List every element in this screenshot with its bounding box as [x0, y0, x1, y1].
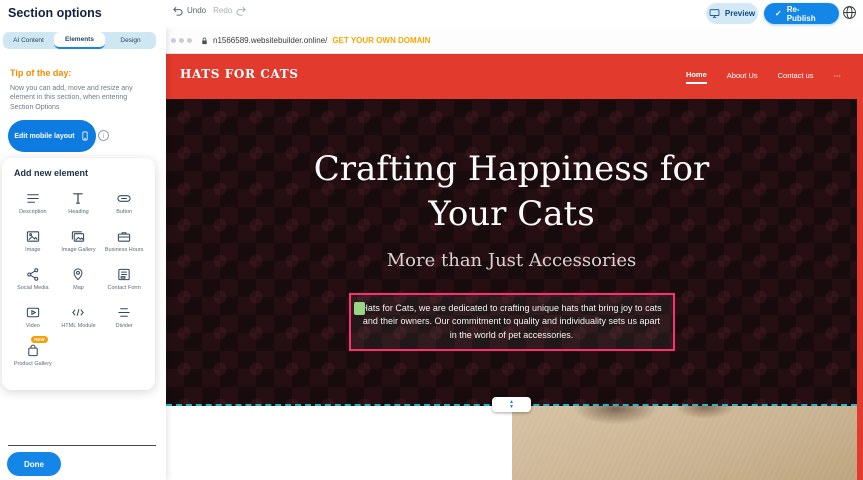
- monitor-icon: [709, 8, 720, 19]
- element-video[interactable]: Video: [10, 302, 56, 330]
- next-section: [166, 406, 857, 480]
- section-resize-handle[interactable]: ▲ ▼: [492, 397, 531, 412]
- button-icon: [116, 188, 132, 206]
- browser-dot: [187, 38, 192, 43]
- element-contact-form[interactable]: Contact Form: [101, 264, 147, 292]
- hero-title-line2: Your Cats: [166, 192, 857, 237]
- business-hours-icon: [116, 226, 132, 244]
- get-domain-link[interactable]: GET YOUR OWN DOMAIN: [332, 36, 430, 45]
- redo-button[interactable]: Redo: [213, 5, 247, 16]
- browser-dot: [179, 38, 184, 43]
- map-icon: [70, 264, 86, 282]
- topbar: Section options Undo Redo Preview ✓ Re-P…: [0, 0, 863, 28]
- redo-icon: [236, 5, 247, 16]
- nav-more-icon[interactable]: ⋯: [834, 71, 842, 83]
- sidebar-tabs: AI Content Elements Design: [3, 32, 156, 49]
- undo-icon: [172, 5, 183, 16]
- hero-title[interactable]: Crafting Happiness for Your Cats: [166, 147, 857, 237]
- description-icon: [25, 188, 41, 206]
- element-business-hours[interactable]: Business Hours: [101, 226, 147, 254]
- edit-mobile-layout-button[interactable]: Edit mobile layout: [8, 120, 96, 152]
- divider-icon: [116, 302, 132, 320]
- hero-subtitle[interactable]: More than Just Accessories: [166, 250, 857, 271]
- sidebar-divider: [8, 445, 156, 446]
- site-header: Hats for Cats Home About Us Contact us ⋯: [166, 54, 863, 99]
- site-nav: Home About Us Contact us ⋯: [686, 54, 841, 99]
- page-title: Section options: [8, 6, 102, 20]
- element-button[interactable]: Button: [101, 188, 147, 216]
- next-section-blank: [166, 406, 512, 480]
- hero-text-element-selected[interactable]: Hats for Cats, we are dedicated to craft…: [349, 293, 675, 352]
- hero-section: Crafting Happiness for Your Cats More th…: [166, 99, 857, 406]
- tip-of-the-day-title: Tip of the day:: [10, 68, 71, 78]
- element-divider[interactable]: Divider: [101, 302, 147, 330]
- tip-of-the-day-body: Now you can add, move and resize any ele…: [10, 84, 152, 112]
- tab-ai-content[interactable]: AI Content: [3, 32, 54, 49]
- cat-carpet-image: [512, 406, 857, 480]
- element-grid: Description Heading Button Image: [10, 188, 147, 367]
- website-preview: Hats for Cats Home About Us Contact us ⋯…: [166, 54, 863, 480]
- video-icon: [25, 302, 41, 320]
- undo-button[interactable]: Undo: [172, 5, 206, 16]
- done-button[interactable]: Done: [7, 452, 61, 476]
- image-icon: [25, 226, 41, 244]
- element-map[interactable]: Map: [56, 264, 102, 292]
- social-media-icon: [25, 264, 41, 282]
- tab-elements[interactable]: Elements: [54, 32, 105, 49]
- add-panel-title: Add new element: [10, 168, 147, 178]
- history-controls: Undo Redo: [172, 5, 247, 16]
- heading-icon: [70, 188, 86, 206]
- html-module-icon: [70, 302, 86, 320]
- language-globe-icon[interactable]: [842, 5, 857, 20]
- arrow-down-icon: ▼: [509, 405, 514, 410]
- element-description[interactable]: Description: [10, 188, 56, 216]
- site-logo[interactable]: Hats for Cats: [180, 67, 299, 81]
- contact-form-icon: [116, 264, 132, 282]
- nav-contact-us[interactable]: Contact us: [778, 71, 814, 83]
- element-social-media[interactable]: Social Media: [10, 264, 56, 292]
- republish-button[interactable]: ✓ Re-Publish: [764, 3, 839, 24]
- element-heading[interactable]: Heading: [56, 188, 102, 216]
- section-options-sidebar: AI Content Elements Design Tip of the da…: [0, 28, 166, 480]
- element-html-module[interactable]: HTML Module: [56, 302, 102, 330]
- element-image[interactable]: Image: [10, 226, 56, 254]
- mobile-phone-icon: [80, 129, 90, 143]
- element-drag-handle[interactable]: [354, 302, 365, 315]
- new-badge: NEW: [31, 336, 48, 343]
- info-icon[interactable]: i: [98, 130, 109, 141]
- browser-dot: [171, 38, 176, 43]
- nav-about-us[interactable]: About Us: [727, 71, 758, 83]
- tab-design[interactable]: Design: [105, 32, 156, 49]
- hero-body-text: Hats for Cats, we are dedicated to craft…: [361, 303, 661, 340]
- browser-address-bar: n1566589.websitebuilder.online/ GET YOUR…: [166, 28, 863, 54]
- hero-title-line1: Crafting Happiness for: [166, 147, 857, 192]
- nav-home[interactable]: Home: [686, 70, 707, 84]
- site-scrollbar[interactable]: [857, 54, 863, 480]
- check-icon: ✓: [775, 9, 782, 18]
- preview-button[interactable]: Preview: [706, 3, 758, 24]
- browser-dots: [171, 38, 192, 43]
- lock-icon: [200, 36, 209, 46]
- element-image-gallery[interactable]: Image Gallery: [56, 226, 102, 254]
- image-gallery-icon: [70, 226, 86, 244]
- site-url: n1566589.websitebuilder.online/: [213, 36, 327, 45]
- element-product-gallery[interactable]: NEW Product Gallery: [10, 340, 56, 368]
- add-element-panel: Add new element Description Heading Butt…: [2, 158, 155, 390]
